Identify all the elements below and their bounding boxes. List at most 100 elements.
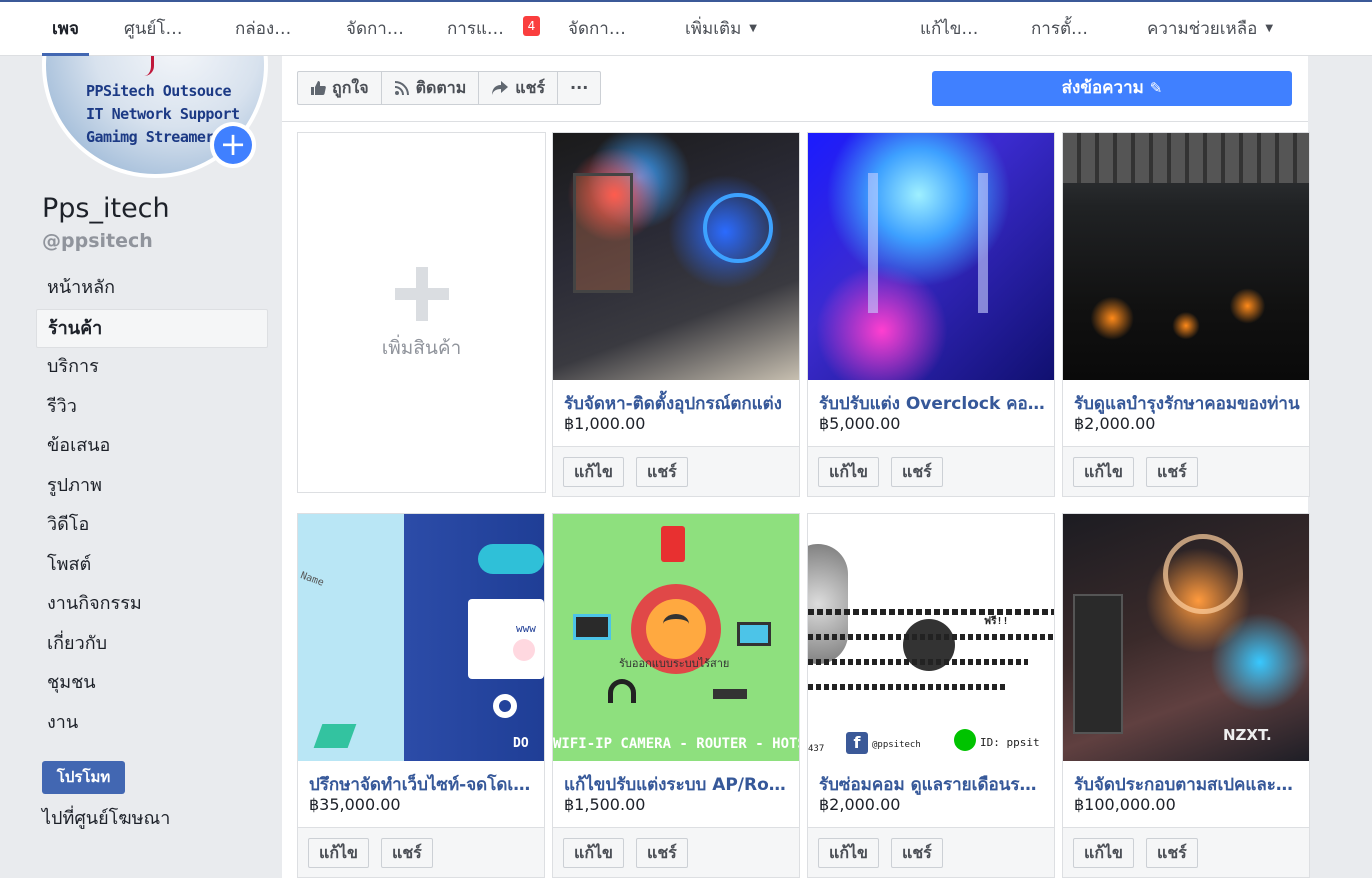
product-title[interactable]: แก้ไขปรับแต่งระบบ AP/Router: [564, 771, 790, 798]
share-button[interactable]: แชร์: [381, 838, 433, 868]
product-price: ฿1,000.00: [564, 414, 646, 433]
sidebar-item-offers[interactable]: ข้อเสนอ: [36, 427, 268, 467]
product-image-website[interactable]: Name www DO: [298, 514, 544, 761]
product-card[interactable]: รับดูแลบำรุงรักษาคอมของท่าน ฿2,000.00 แก…: [1062, 132, 1310, 497]
product-image-pc-lighting[interactable]: [553, 133, 799, 380]
free-badge: ฟรี!!: [984, 616, 1009, 627]
product-card[interactable]: รับออกแบบระบบไร้สาย WIFI-IP CAMERA - ROU…: [552, 513, 800, 878]
tab-notifications[interactable]: การแ…: [447, 2, 504, 56]
sidebar-item-reviews[interactable]: รีวิว: [36, 388, 268, 428]
web-name-text: Name: [298, 570, 326, 589]
do-text: DO: [513, 736, 529, 751]
product-image-repair-flyer[interactable]: ฟรี!! 437 f @ppsitech ID: ppsit: [808, 514, 1054, 761]
sidebar-item-community[interactable]: ชุมชน: [36, 664, 268, 704]
share-button[interactable]: แชร์: [1146, 838, 1198, 868]
share-arrow-icon: [492, 81, 509, 95]
product-title[interactable]: รับดูแลบำรุงรักษาคอมของท่าน: [1074, 390, 1300, 417]
tab-label: เพิ่มเติม: [685, 19, 742, 39]
product-card[interactable]: รับจัดหา-ติดตั้งอุปกรณ์ตกแต่ง ฿1,000.00 …: [552, 132, 800, 497]
product-image-keyboard-switches[interactable]: [1063, 133, 1309, 380]
sidebar-item-jobs[interactable]: งาน: [36, 704, 268, 744]
product-title[interactable]: รับจัดหา-ติดตั้งอุปกรณ์ตกแต่ง: [564, 390, 790, 417]
send-message-button[interactable]: ส่งข้อความ ✎: [932, 71, 1292, 106]
sidebar-item-about[interactable]: เกี่ยวกับ: [36, 625, 268, 665]
tab-inbox[interactable]: กล่อง…: [235, 2, 291, 56]
fan-ring: [703, 193, 773, 263]
tab-label: แก้ไข…: [920, 19, 979, 39]
sidebar-item-posts[interactable]: โพสต์: [36, 546, 268, 586]
top-navigation: เพจ ศูนย์โ… กล่อง… จัดกา… การแ… 4 จัดกา……: [0, 0, 1372, 56]
product-title[interactable]: รับจัดประกอบตามสเปคและงบประมาณ: [1074, 771, 1300, 798]
tab-label: การแ…: [447, 19, 504, 39]
product-actions: แก้ไข แชร์: [553, 827, 799, 877]
tab-page[interactable]: เพจ: [42, 2, 89, 56]
like-label: ถูกใจ: [332, 78, 369, 97]
share-button[interactable]: แชร์: [636, 838, 688, 868]
like-button[interactable]: ถูกใจ: [298, 72, 382, 104]
product-title[interactable]: ปรึกษาจัดทำเว็บไซท์-จดโดเมน: [309, 771, 535, 798]
plus-icon: [395, 267, 449, 321]
number-text: 437: [808, 744, 825, 754]
share-button[interactable]: แชร์: [891, 838, 943, 868]
wifi-banner: WIFI-IP CAMERA - ROUTER - HOTSPOT: [553, 736, 799, 752]
monitor-icon: [573, 614, 611, 640]
tab-label: ศูนย์โ…: [124, 19, 183, 39]
edit-button[interactable]: แก้ไข: [1073, 838, 1134, 868]
edit-button[interactable]: แก้ไข: [818, 838, 879, 868]
add-product-card[interactable]: เพิ่มสินค้า: [297, 132, 546, 493]
promote-button[interactable]: โปรโมท: [42, 761, 125, 794]
text-line: [808, 684, 1008, 690]
check-circle: [513, 639, 535, 661]
product-image-wireless[interactable]: รับออกแบบระบบไร้สาย WIFI-IP CAMERA - ROU…: [553, 514, 799, 761]
plus-icon: +: [214, 126, 252, 164]
edit-button[interactable]: แก้ไข: [563, 838, 624, 868]
product-card[interactable]: NZXT. รับจัดประกอบตามสเปคและงบประมาณ ฿10…: [1062, 513, 1310, 878]
edit-button[interactable]: แก้ไข: [563, 457, 624, 487]
product-image-custom-build[interactable]: NZXT.: [1063, 514, 1309, 761]
notification-badge: 4: [523, 16, 540, 36]
tab-label: กล่อง…: [235, 19, 292, 39]
pencil-icon: ✎: [1149, 79, 1163, 97]
tab-edit-page-info[interactable]: แก้ไข…: [920, 2, 978, 56]
nzxt-logo: NZXT.: [1223, 726, 1272, 744]
share-page-button[interactable]: แชร์: [479, 72, 559, 104]
ads-center-link[interactable]: ไปที่ศูนย์โฆษณา: [42, 803, 170, 832]
tab-more[interactable]: เพิ่มเติม ▼: [685, 2, 757, 56]
tab-help[interactable]: ความช่วยเหลือ ▼: [1147, 2, 1273, 56]
edit-button[interactable]: แก้ไข: [308, 838, 369, 868]
update-profile-photo-button[interactable]: +: [210, 122, 256, 168]
product-title[interactable]: รับปรับแต่ง Overclock คอมพิวเตอร์: [819, 390, 1045, 417]
product-price: ฿2,000.00: [1074, 414, 1156, 433]
follow-button[interactable]: ติดตาม: [382, 72, 480, 104]
edit-button[interactable]: แก้ไข: [1073, 457, 1134, 487]
sidebar-item-services[interactable]: บริการ: [36, 348, 268, 388]
sidebar-item-home[interactable]: หน้าหลัก: [36, 269, 268, 309]
caret-down-icon: ▼: [1265, 23, 1274, 34]
tab-publishing-tools[interactable]: จัดกา…: [568, 2, 626, 56]
share-button[interactable]: แชร์: [891, 457, 943, 487]
share-button[interactable]: แชร์: [636, 457, 688, 487]
product-card[interactable]: รับปรับแต่ง Overclock คอมพิวเตอร์ ฿5,000…: [807, 132, 1055, 497]
tab-manage-jobs[interactable]: จัดกา…: [346, 2, 404, 56]
sidebar-item-shop[interactable]: ร้านค้า: [36, 308, 268, 348]
logo-text-line: IT Network Support: [86, 105, 240, 123]
product-card[interactable]: ฟรี!! 437 f @ppsitech ID: ppsit รับซ่อมค…: [807, 513, 1055, 878]
tab-settings[interactable]: การตั้…: [1031, 2, 1088, 56]
tab-creator-studio[interactable]: ศูนย์โ…: [124, 2, 183, 56]
share-button[interactable]: แชร์: [1146, 457, 1198, 487]
sidebar-item-events[interactable]: งานกิจกรรม: [36, 585, 268, 625]
sidebar-item-photos[interactable]: รูปภาพ: [36, 467, 268, 507]
product-actions: แก้ไข แชร์: [298, 827, 544, 877]
edit-button[interactable]: แก้ไข: [818, 457, 879, 487]
wifi-icon: [663, 614, 689, 634]
product-card[interactable]: Name www DO ปรึกษาจัดทำเว็บไซท์-จดโดเมน …: [297, 513, 545, 878]
send-message-label: ส่งข้อความ: [1061, 78, 1144, 98]
tablet-icon: [737, 622, 771, 646]
product-image-overclock[interactable]: [808, 133, 1054, 380]
product-title[interactable]: รับซ่อมคอม ดูแลรายเดือนรายปี: [819, 771, 1045, 798]
cloud-shape: [478, 544, 544, 574]
sidebar-item-videos[interactable]: วิดีโอ: [36, 506, 268, 546]
more-options-button[interactable]: ···: [558, 72, 600, 104]
page-username[interactable]: @ppsitech: [42, 230, 153, 252]
wifi-caption: รับออกแบบระบบไร้สาย: [619, 657, 730, 670]
